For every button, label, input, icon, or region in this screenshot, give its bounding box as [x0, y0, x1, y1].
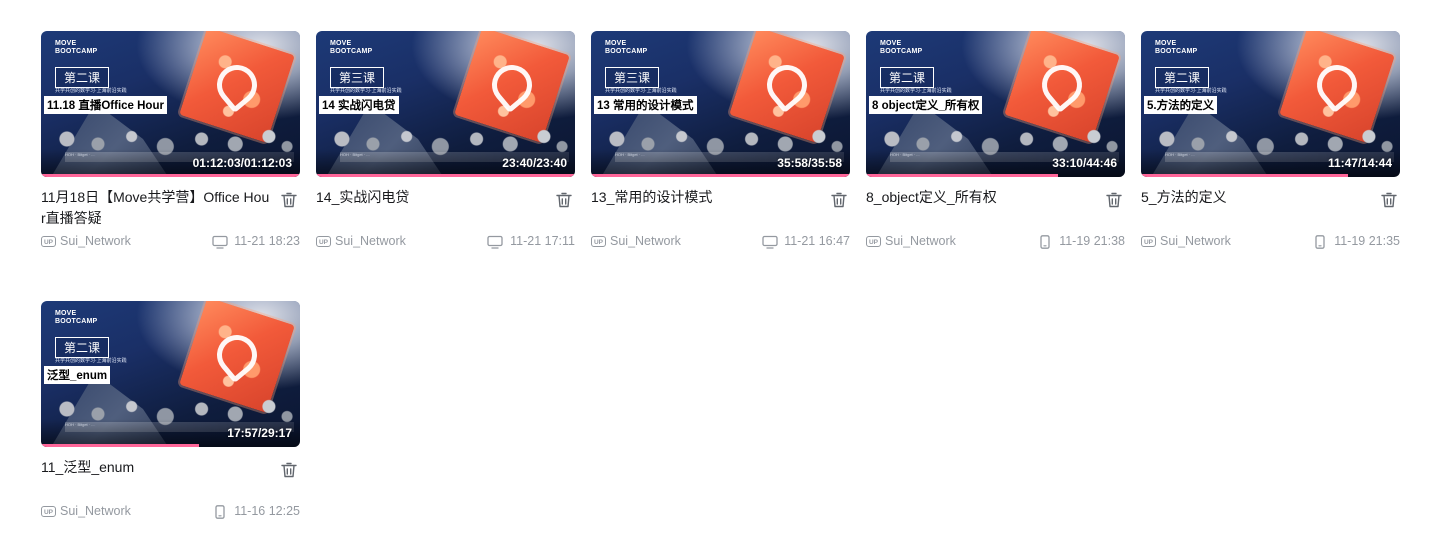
video-duration: 23:40/23:40 [502, 156, 567, 170]
video-thumbnail[interactable]: MOVE BOOTCAMP 第二课 共学共创的数学习·上海前沿实践 泛型_enu… [41, 301, 300, 447]
video-card[interactable]: MOVE BOOTCAMP 第二课 共学共创的数学习·上海前沿实践 11.18 … [41, 31, 300, 249]
watch-time: 11-21 16:47 [784, 234, 850, 248]
video-duration: 11:47/14:44 [1327, 156, 1392, 170]
thumbnail-brand: MOVE BOOTCAMP [55, 40, 98, 55]
thumbnail-lesson-label: 第三课 [605, 67, 660, 88]
video-title[interactable]: 11_泛型_enum [41, 457, 273, 478]
video-meta: UP Sui_Network 11-21 17:11 [316, 233, 575, 251]
thumbnail-subject: 8 object定义_所有权 [869, 96, 983, 114]
trash-icon[interactable] [555, 191, 573, 209]
thumbnail-tagline: 共学共创的数学习·上海前沿实践 [55, 88, 127, 94]
author-name[interactable]: Sui_Network [885, 234, 956, 248]
video-duration: 35:58/35:58 [777, 156, 842, 170]
up-badge-icon: UP [41, 506, 56, 517]
video-thumbnail[interactable]: MOVE BOOTCAMP 第二课 共学共创的数学习·上海前沿实践 11.18 … [41, 31, 300, 177]
video-thumbnail[interactable]: MOVE BOOTCAMP 第三课 共学共创的数学习·上海前沿实践 14 实战闪… [316, 31, 575, 177]
watch-progress-bar [1141, 174, 1348, 177]
history-video-grid: MOVE BOOTCAMP 第二课 共学共创的数学习·上海前沿实践 11.18 … [0, 0, 1443, 534]
thumbnail-brand: MOVE BOOTCAMP [330, 40, 373, 55]
thumbnail-subject: 11.18 直播Office Hour [44, 96, 167, 114]
phone-icon [1315, 235, 1325, 249]
thumbnail-tagline: 共学共创的数学习·上海前沿实践 [1155, 88, 1227, 94]
watch-progress-bar [591, 174, 850, 177]
watch-progress-bar [41, 174, 300, 177]
video-title[interactable]: 8_object定义_所有权 [866, 187, 1098, 208]
thumbnail-lesson-label: 第二课 [1155, 67, 1210, 88]
watch-time: 11-19 21:38 [1059, 234, 1125, 248]
watch-time: 11-19 21:35 [1334, 234, 1400, 248]
video-thumbnail[interactable]: MOVE BOOTCAMP 第三课 共学共创的数学习·上海前沿实践 13 常用的… [591, 31, 850, 177]
thumbnail-brand: MOVE BOOTCAMP [55, 310, 98, 325]
author-name[interactable]: Sui_Network [610, 234, 681, 248]
watch-time: 11-21 18:23 [234, 234, 300, 248]
up-badge-icon: UP [1141, 236, 1156, 247]
up-badge-icon: UP [316, 236, 331, 247]
watch-progress-bar [41, 444, 199, 447]
video-duration: 17:57/29:17 [227, 426, 292, 440]
phone-icon [1040, 235, 1050, 249]
thumbnail-tagline: 共学共创的数学习·上海前沿实践 [605, 88, 677, 94]
video-duration: 33:10/44:46 [1052, 156, 1117, 170]
trash-icon[interactable] [830, 191, 848, 209]
watch-progress-bar [316, 174, 575, 177]
thumbnail-tagline: 共学共创的数学习·上海前沿实践 [330, 88, 402, 94]
thumbnail-tagline: 共学共创的数学习·上海前沿实践 [880, 88, 952, 94]
video-card[interactable]: MOVE BOOTCAMP 第二课 共学共创的数学习·上海前沿实践 8 obje… [866, 31, 1125, 249]
video-meta: UP Sui_Network 11-19 21:38 [866, 233, 1125, 251]
thumbnail-subject: 14 实战闪电贷 [319, 96, 399, 114]
video-meta: UP Sui_Network 11-16 12:25 [41, 503, 300, 521]
video-card[interactable]: MOVE BOOTCAMP 第三课 共学共创的数学习·上海前沿实践 13 常用的… [591, 31, 850, 249]
thumbnail-tagline: 共学共创的数学习·上海前沿实践 [55, 358, 127, 364]
thumbnail-subject: 5.方法的定义 [1144, 96, 1218, 114]
thumbnail-lesson-label: 第三课 [330, 67, 385, 88]
video-card[interactable]: MOVE BOOTCAMP 第三课 共学共创的数学习·上海前沿实践 14 实战闪… [316, 31, 575, 249]
watch-time: 11-21 17:11 [510, 234, 575, 248]
up-badge-icon: UP [591, 236, 606, 247]
video-meta: UP Sui_Network 11-19 21:35 [1141, 233, 1400, 251]
author-name[interactable]: Sui_Network [1160, 234, 1231, 248]
video-title[interactable]: 13_常用的设计模式 [591, 187, 823, 208]
video-thumbnail[interactable]: MOVE BOOTCAMP 第二课 共学共创的数学习·上海前沿实践 8 obje… [866, 31, 1125, 177]
author-name[interactable]: Sui_Network [335, 234, 406, 248]
up-badge-icon: UP [866, 236, 881, 247]
thumbnail-brand: MOVE BOOTCAMP [605, 40, 648, 55]
video-title[interactable]: 14_实战闪电贷 [316, 187, 548, 208]
thumbnail-brand: MOVE BOOTCAMP [1155, 40, 1198, 55]
thumbnail-brand: MOVE BOOTCAMP [880, 40, 923, 55]
tv-icon [487, 235, 503, 249]
thumbnail-subject: 13 常用的设计模式 [594, 96, 697, 114]
video-thumbnail[interactable]: MOVE BOOTCAMP 第二课 共学共创的数学习·上海前沿实践 5.方法的定… [1141, 31, 1400, 177]
video-duration: 01:12:03/01:12:03 [192, 156, 292, 170]
up-badge-icon: UP [41, 236, 56, 247]
watch-time: 11-16 12:25 [234, 504, 300, 518]
thumbnail-lesson-label: 第二课 [55, 337, 110, 358]
video-title[interactable]: 11月18日【Move共学营】Office Hour直播答疑 [41, 187, 273, 229]
thumbnail-lesson-label: 第二课 [55, 67, 110, 88]
trash-icon[interactable] [280, 461, 298, 479]
video-title[interactable]: 5_方法的定义 [1141, 187, 1373, 208]
author-name[interactable]: Sui_Network [60, 504, 131, 518]
video-meta: UP Sui_Network 11-21 18:23 [41, 233, 300, 251]
video-card[interactable]: MOVE BOOTCAMP 第二课 共学共创的数学习·上海前沿实践 泛型_enu… [41, 301, 300, 519]
trash-icon[interactable] [1105, 191, 1123, 209]
video-meta: UP Sui_Network 11-21 16:47 [591, 233, 850, 251]
video-card[interactable]: MOVE BOOTCAMP 第二课 共学共创的数学习·上海前沿实践 5.方法的定… [1141, 31, 1400, 249]
trash-icon[interactable] [1380, 191, 1398, 209]
thumbnail-subject: 泛型_enum [44, 366, 111, 384]
author-name[interactable]: Sui_Network [60, 234, 131, 248]
tv-icon [212, 235, 228, 249]
watch-progress-bar [866, 174, 1058, 177]
phone-icon [215, 505, 225, 519]
trash-icon[interactable] [280, 191, 298, 209]
tv-icon [762, 235, 778, 249]
thumbnail-lesson-label: 第二课 [880, 67, 935, 88]
